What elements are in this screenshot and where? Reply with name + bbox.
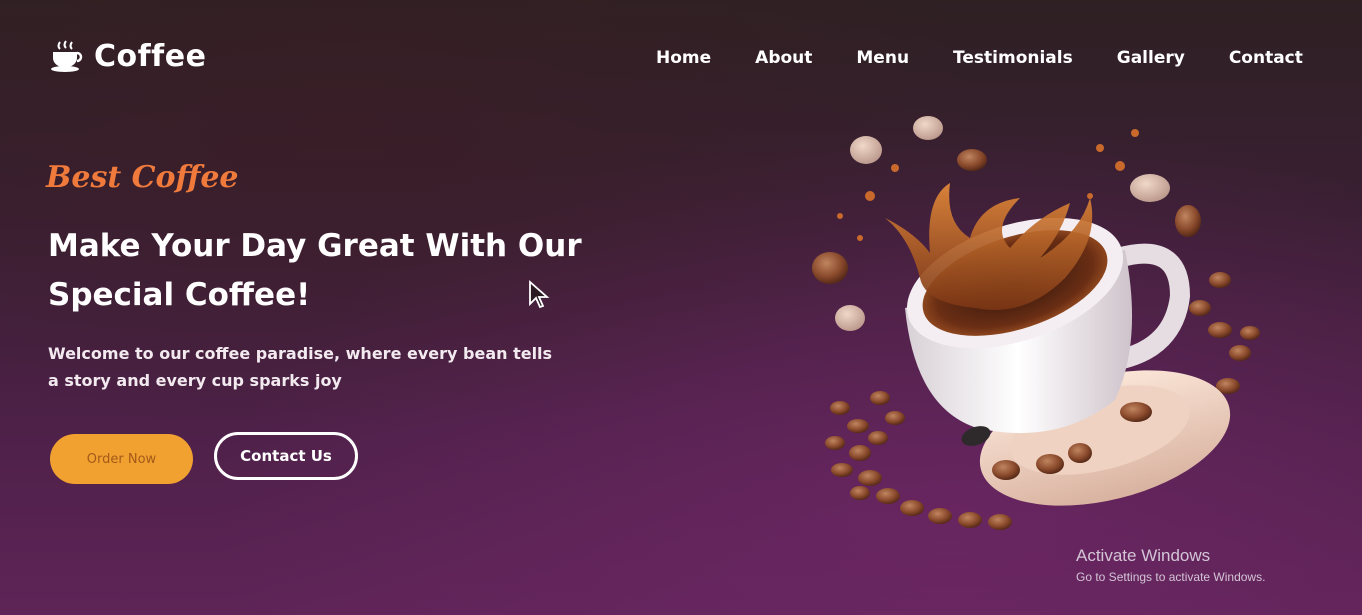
hero-headline: Make Your Day Great With Our Special Cof… [48,222,588,320]
hero-description: Welcome to our coffee paradise, where ev… [48,340,568,394]
nav-about[interactable]: About [755,48,812,68]
coffee-cup-splash-illustration [812,116,1260,530]
windows-activation-watermark: Activate Windows Go to Settings to activ… [1076,546,1265,584]
nav-menu[interactable]: Menu [856,48,909,68]
nav-contact[interactable]: Contact [1229,48,1303,68]
nav-gallery[interactable]: Gallery [1117,48,1185,68]
brand-logo[interactable]: Coffee [48,38,206,74]
main-nav: Home About Menu Testimonials Gallery Con… [656,48,1347,68]
mouse-cursor-icon [529,280,550,309]
contact-us-button[interactable]: Contact Us [214,432,358,480]
brand-name: Coffee [94,38,207,74]
headline-line-2: Special Coffee! [48,277,311,313]
order-now-button[interactable]: Order Now [50,434,193,484]
watermark-subtitle: Go to Settings to activate Windows. [1076,570,1266,584]
description-line-1: Welcome to our coffee paradise, where ev… [48,344,553,363]
hero-tagline: Best Coffee [46,160,239,195]
hero-section: Coffee Home About Menu Testimonials Gall… [0,0,1362,615]
nav-home[interactable]: Home [656,48,711,68]
watermark-title: Activate Windows [1076,546,1211,565]
description-line-2: a story and every cup sparks joy [48,371,342,390]
headline-line-1: Make Your Day Great With Our [48,228,582,264]
nav-testimonials[interactable]: Testimonials [953,48,1073,68]
coffee-cup-icon [51,40,83,72]
